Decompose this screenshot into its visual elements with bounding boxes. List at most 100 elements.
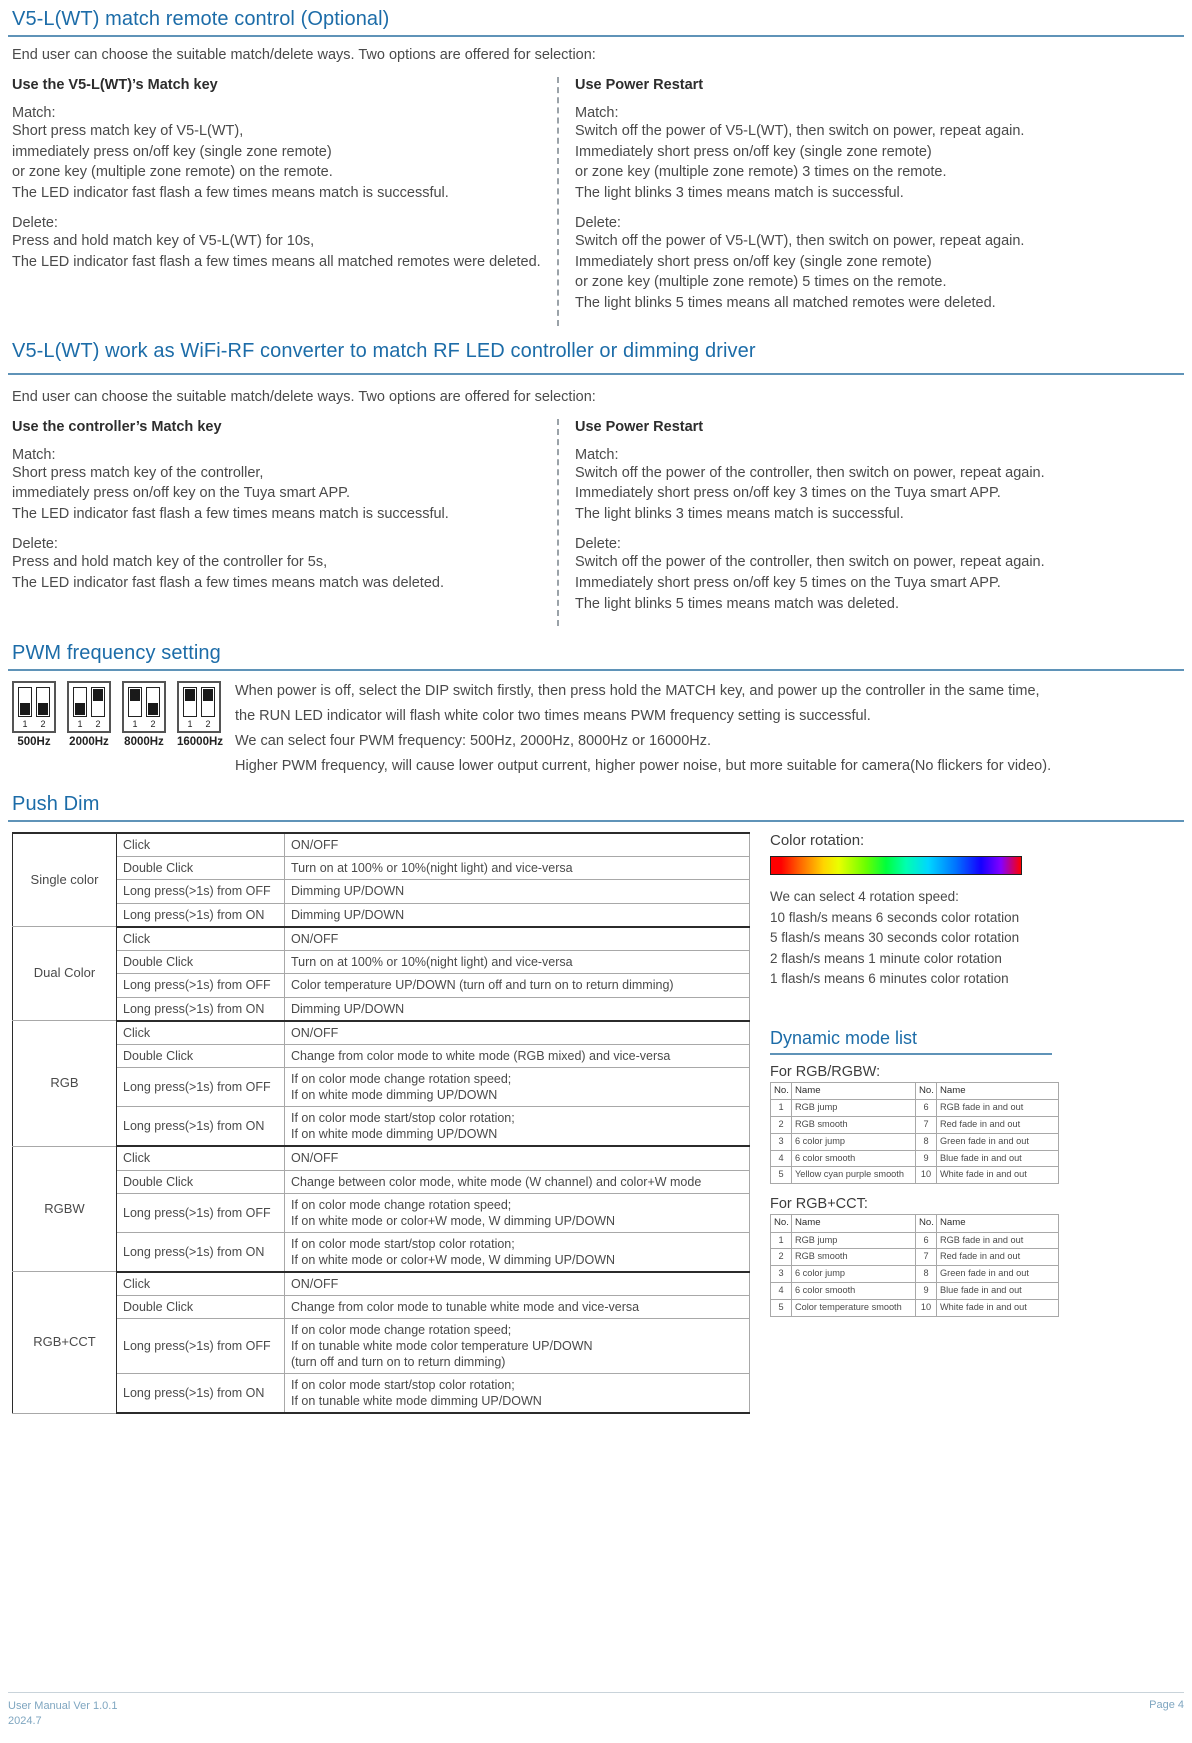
mode-name: Yellow cyan purple smooth: [791, 1166, 916, 1185]
page-footer: User Manual Ver 1.0.1 2024.7 Page 4: [8, 1692, 1184, 1729]
dip-caption: 8000Hz: [124, 736, 164, 749]
delete-line: The light blinks 5 times means match was…: [575, 595, 899, 612]
mode-no: 5: [770, 1166, 792, 1185]
dip-number-2: 2: [95, 719, 101, 730]
match-line: immediately press on/off key (single zon…: [12, 143, 332, 160]
dip-switch-icon: 1 2: [67, 681, 111, 734]
table-row: Long press(>1s) from OFF If on color mod…: [13, 1067, 750, 1108]
result-cell: Turn on at 100% or 10%(night light) and …: [284, 950, 750, 975]
mode-no: 8: [915, 1265, 937, 1284]
result-cell: If on color mode change rotation speed; I…: [284, 1067, 750, 1108]
dip-number-2: 2: [40, 719, 46, 730]
result-cell: ON/OFF: [284, 926, 750, 952]
table-row: 4 6 color smooth 9 Blue fade in and out: [770, 1149, 1059, 1168]
section2-right-delete-block: Delete: Switch off the power of the cont…: [575, 536, 1157, 614]
pushdim-divider: [8, 819, 1184, 822]
footer-divider: [8, 1692, 1184, 1694]
mode-name: White fade in and out: [936, 1166, 1059, 1185]
dip-caption: 2000Hz: [69, 736, 109, 749]
table-row: Long press(>1s) from OFF If on color mod…: [13, 1318, 750, 1375]
mode-no: 7: [915, 1248, 937, 1267]
header-name: Name: [791, 1214, 916, 1233]
dip-switch-500hz: 1 2 500Hz: [12, 681, 56, 748]
mode-name: RGB smooth: [791, 1248, 916, 1267]
section2-left-match-block: Match: Short press match key of the cont…: [12, 447, 547, 525]
manual-page: V5-L(WT) match remote control (Optional)…: [0, 0, 1192, 1743]
header-no: No.: [915, 1214, 937, 1233]
color-rotation-line: 2 flash/s means 1 minute color rotation: [770, 950, 1002, 966]
section1-right-heading: Use Power Restart: [575, 77, 704, 93]
pwm-line: When power is off, select the DIP switch…: [235, 683, 1040, 700]
match-label: Match:: [575, 446, 619, 463]
delete-label: Delete:: [12, 215, 58, 232]
result-cell: If on color mode start/stop color rotati…: [284, 1106, 750, 1148]
mode-no: 2: [770, 1116, 792, 1134]
match-line: Short press match key of the controller,: [12, 464, 264, 481]
action-cell: Long press(>1s) from ON: [116, 1231, 285, 1273]
section2-right-column: Use Power Restart Match: Switch off the …: [557, 418, 1157, 627]
table-row: RGB Click ON/OFF: [12, 1020, 750, 1147]
table-row: Double Click Change from color mode to t…: [13, 1295, 750, 1320]
delete-line: Press and hold match key of V5-L(WT) for…: [12, 233, 315, 250]
pushdim-title: Push Dim: [12, 792, 100, 815]
action-cell: Long press(>1s) from ON: [116, 996, 285, 1022]
mode-name: Blue fade in and out: [936, 1282, 1059, 1300]
table-row: Single color Click ON/OFF: [12, 831, 750, 928]
match-line: Switch off the power of V5-L(WT), then s…: [575, 123, 1025, 139]
mode-cell: Single color: [12, 831, 117, 928]
action-cell: Long press(>1s) from ON: [116, 1373, 285, 1415]
mode-name: Green fade in and out: [936, 1132, 1059, 1151]
result-cell: ON/OFF: [284, 1271, 750, 1297]
mode-name: Blue fade in and out: [936, 1149, 1059, 1168]
result-cell: Change between color mode, white mode (W…: [284, 1169, 750, 1194]
table-row: 3 6 color jump 8 Green fade in and out: [770, 1265, 1059, 1284]
pushdim-table-wrapper: Single color Click ON/OFF Double Click T…: [12, 831, 752, 1415]
table-header-row: No. Name No. Name: [770, 1081, 1059, 1101]
table-row: 2 RGB smooth 7 Red fade in and out: [770, 1248, 1059, 1267]
delete-line: Immediately short press on/off key (sing…: [575, 253, 932, 270]
action-cell: Long press(>1s) from OFF: [116, 973, 285, 998]
match-line: The light blinks 3 times means match is …: [575, 184, 904, 201]
mode-no: 1: [770, 1099, 792, 1118]
table-row: Long press(>1s) from OFF Color temperatu…: [13, 973, 750, 998]
mode-no: 3: [770, 1265, 792, 1284]
match-line: immediately press on/off key on the Tuya…: [12, 485, 350, 502]
dynamic-mode-table-rgb: No. Name No. Name 1 RGB jump 6 RGB fade …: [770, 1081, 1059, 1185]
delete-label: Delete:: [575, 215, 621, 232]
table-row: Long press(>1s) from ON Dimming UP/DOWN: [13, 902, 750, 928]
delete-line: or zone key (multiple zone remote) 5 tim…: [575, 274, 947, 291]
dip-switch-icon: 1 2: [122, 681, 166, 734]
header-no: No.: [915, 1081, 937, 1101]
dip-switch-2000hz: 1 2 2000Hz: [67, 681, 111, 748]
delete-line: Immediately short press on/off key 5 tim…: [575, 574, 1001, 591]
section1-right-delete-block: Delete: Switch off the power of V5-L(WT)…: [575, 215, 1157, 313]
section2-divider: [8, 372, 1184, 375]
table-row: Double Click Turn on at 100% or 10%(nigh…: [13, 856, 750, 881]
action-cell: Long press(>1s) from OFF: [116, 879, 285, 904]
mode-no: 7: [915, 1116, 937, 1134]
match-line: Short press match key of V5-L(WT),: [12, 123, 244, 139]
section-push-dim: Push Dim Single color Click ON/OFF Doubl…: [8, 793, 1184, 1415]
mode-name: Green fade in and out: [936, 1265, 1059, 1284]
match-label: Match:: [12, 446, 56, 463]
mode-no: 2: [770, 1248, 792, 1267]
table-row: 5 Color temperature smooth 10 White fade…: [770, 1298, 1059, 1317]
section1-columns: Use the V5-L(WT)’s Match key Match: Shor…: [8, 77, 1184, 326]
pwm-title: PWM frequency setting: [12, 642, 221, 665]
section2-right-heading: Use Power Restart: [575, 418, 704, 435]
color-rotation-title: Color rotation:: [770, 831, 865, 849]
header-no: No.: [770, 1081, 792, 1101]
mode-name: Red fade in and out: [936, 1116, 1059, 1134]
mode-name: 6 color jump: [791, 1265, 916, 1284]
dip-switch-diagrams: 1 2 500Hz 1 2 2000Hz 1 2 8000Hz 1 2 1600…: [12, 679, 223, 749]
result-cell: ON/OFF: [284, 1145, 750, 1171]
pwm-line: Higher PWM frequency, will cause lower o…: [235, 757, 1052, 774]
section1-left-heading: Use the V5-L(WT)’s Match key: [12, 77, 218, 93]
pwm-divider: [8, 669, 1184, 672]
table-header-row: No. Name No. Name: [770, 1214, 1059, 1233]
action-cell: Click: [116, 831, 285, 858]
dip-toggle-1-icon: [128, 687, 142, 718]
action-cell: Click: [116, 1145, 285, 1171]
color-rotation-line: 1 flash/s means 6 minutes color rotation: [770, 971, 1009, 987]
mode-cell: RGB: [12, 1020, 117, 1147]
